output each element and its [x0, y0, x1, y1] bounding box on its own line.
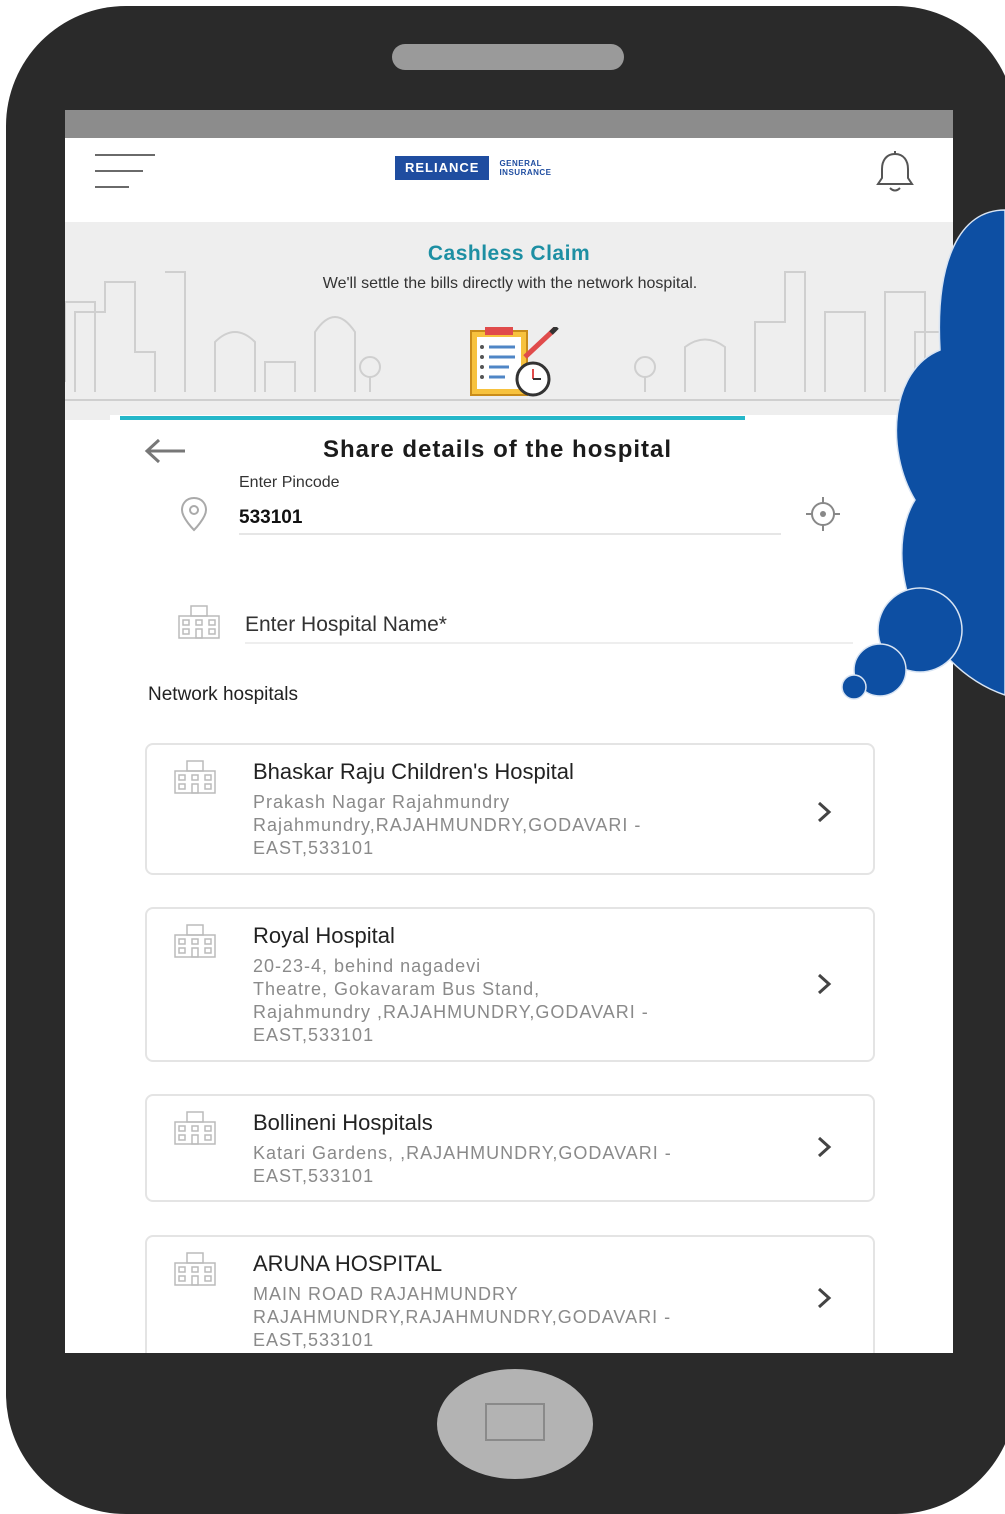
chevron-right-icon[interactable] — [815, 1285, 833, 1311]
hospital-address-line: Katari Gardens, ,RAJAHMUNDRY,GODAVARI - — [253, 1143, 672, 1163]
clipboard-checklist-icon — [470, 327, 559, 397]
hospital-card[interactable]: Bollineni Hospitals Katari Gardens, ,RAJA… — [145, 1094, 875, 1202]
hospital-address: MAIN ROAD RAJAHMUNDRY RAJAHMUNDRY,RAJAHMU… — [253, 1283, 773, 1352]
status-bar — [65, 110, 953, 138]
hospital-address-line: EAST,533101 — [253, 1166, 375, 1186]
reliance-logo: RELIANCE GENERAL INSURANCE — [395, 156, 552, 180]
logo-brand-word: RELIANCE — [395, 156, 490, 180]
hospital-address: Katari Gardens, ,RAJAHMUNDRY,GODAVARI - E… — [253, 1142, 773, 1188]
home-button[interactable] — [437, 1369, 593, 1479]
hamburger-menu-icon[interactable] — [95, 152, 157, 192]
back-arrow-icon[interactable] — [143, 436, 187, 466]
chevron-right-icon[interactable] — [815, 1134, 833, 1160]
cashless-claim-banner: Cashless Claim We'll settle the bills di… — [65, 222, 953, 420]
hospital-card[interactable]: Royal Hospital 20-23-4, behind nagadevi Th… — [145, 907, 875, 1062]
hospital-address-line: 20-23-4, behind nagadevi — [253, 956, 482, 976]
hospital-building-icon — [174, 924, 216, 958]
hospital-name-input[interactable] — [245, 608, 853, 644]
bell-icon[interactable] — [875, 150, 915, 194]
pincode-input[interactable] — [239, 503, 781, 535]
hospital-name: Bollineni Hospitals — [253, 1110, 433, 1135]
hospital-address-line: Rajahmundry ,RAJAHMUNDRY,GODAVARI - — [253, 1002, 649, 1022]
hospital-name: Bhaskar Raju Children's Hospital — [253, 759, 574, 784]
hospital-address-line: EAST,533101 — [253, 1330, 375, 1350]
hospital-address-line: Theatre, Gokavaram Bus Stand, — [253, 979, 541, 999]
section-title: Share details of the hospital — [323, 436, 673, 463]
logo-sub-line1: GENERAL — [499, 159, 543, 168]
hospital-address-line: EAST,533101 — [253, 1025, 375, 1045]
banner-title: Cashless Claim — [427, 242, 591, 265]
logo-sub-line2: INSURANCE — [499, 168, 552, 177]
hospital-address-line: Prakash Nagar Rajahmundry — [253, 792, 511, 812]
hospital-building-icon — [178, 605, 220, 639]
hospital-address-line: MAIN ROAD RAJAHMUNDRY — [253, 1284, 519, 1304]
hospital-details-panel — [110, 415, 953, 1353]
location-pin-icon — [180, 496, 208, 532]
hospital-address-line: EAST,533101 — [253, 838, 375, 858]
hospital-building-icon — [174, 1252, 216, 1286]
app-screen: RELIANCE GENERAL INSURANCE Cashless Clai… — [65, 110, 953, 1353]
hospital-building-icon — [174, 1111, 216, 1145]
hospital-address-line: RAJAHMUNDRY,RAJAHMUNDRY,GODAVARI - — [253, 1307, 672, 1327]
banner-subtitle: We'll settle the bills directly with the… — [322, 275, 698, 292]
hospital-address: Prakash Nagar Rajahmundry Rajahmundry,RAJ… — [253, 791, 773, 860]
hospital-address-line: Rajahmundry,RAJAHMUNDRY,GODAVARI - — [253, 815, 642, 835]
phone-speaker — [392, 44, 624, 70]
hospital-name: Royal Hospital — [253, 923, 395, 948]
hospital-card[interactable]: ARUNA HOSPITAL MAIN ROAD RAJAHMUNDRY RAJAH… — [145, 1235, 875, 1353]
hospital-name: ARUNA HOSPITAL — [253, 1251, 443, 1276]
network-hospitals-label: Network hospitals — [148, 684, 298, 705]
chevron-right-icon[interactable] — [815, 799, 833, 825]
logo-subtitle: GENERAL INSURANCE — [499, 159, 551, 177]
app-bar: RELIANCE GENERAL INSURANCE — [65, 138, 953, 222]
progress-bar — [120, 416, 745, 420]
pincode-label: Enter Pincode — [239, 474, 340, 491]
chevron-right-icon[interactable] — [815, 971, 833, 997]
thought-bubble-callout — [841, 209, 1005, 700]
hospital-card[interactable]: Bhaskar Raju Children's Hospital Prakash … — [145, 743, 875, 875]
hospital-address: 20-23-4, behind nagadevi Theatre, Gokavar… — [253, 955, 773, 1047]
hospital-building-icon — [174, 760, 216, 794]
